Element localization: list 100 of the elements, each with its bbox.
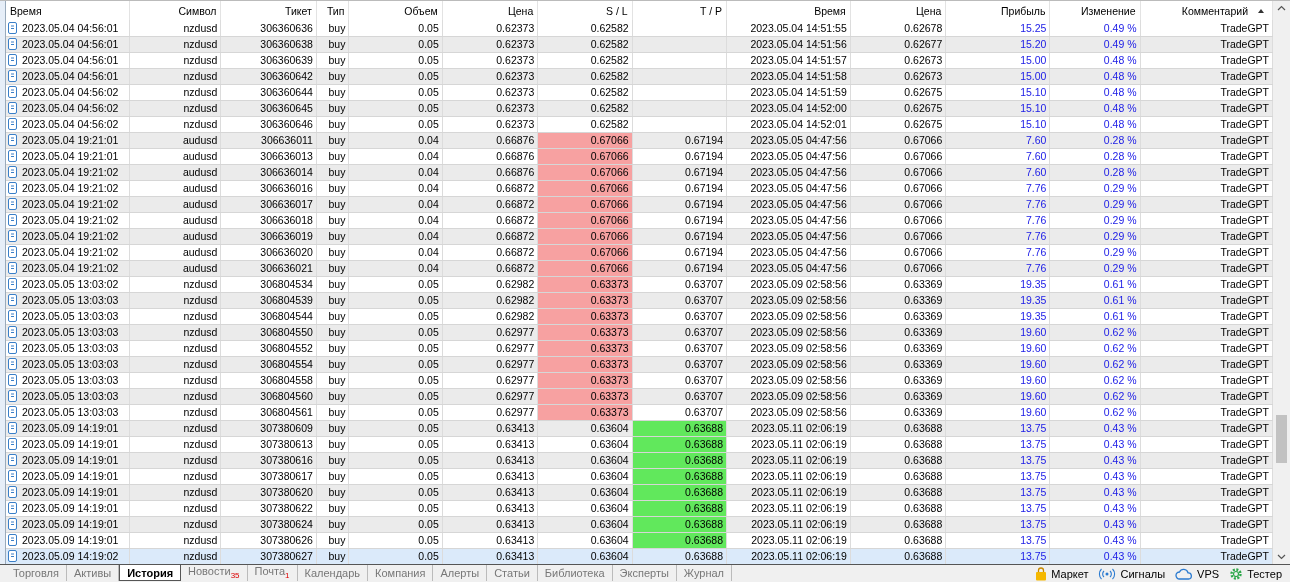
document-icon	[8, 534, 17, 546]
table-cell: 0.63688	[850, 532, 946, 548]
table-cell: 2023.05.05 13:03:03	[22, 310, 119, 322]
table-cell: buy	[316, 404, 349, 420]
table-cell: buy	[316, 84, 349, 100]
table-cell: 0.29 %	[1049, 244, 1140, 260]
table-cell: 19.60	[945, 372, 1050, 388]
table-cell: 2023.05.04 19:21:02	[22, 198, 119, 210]
toolbar-link[interactable]: Сигналы	[1098, 567, 1166, 580]
table-cell: 2023.05.09 14:19:01	[22, 470, 119, 482]
table-cell: buy	[316, 180, 349, 196]
table-cell: 0.05	[348, 436, 443, 452]
table-cell: 2023.05.05 13:03:03	[22, 406, 119, 418]
table-cell: 0.63707	[632, 308, 727, 324]
toolbar-link[interactable]: Маркет	[1035, 566, 1089, 581]
table-cell: 0.63604	[537, 468, 633, 484]
table-cell: 0.05	[348, 276, 443, 292]
table-cell: 307380622	[220, 500, 317, 516]
table-cell: 2023.05.04 19:21:02	[22, 246, 119, 258]
tab[interactable]: Библиотека	[537, 565, 613, 581]
table-cell: audusd	[129, 260, 221, 276]
table-cell: TradeGPT	[1140, 100, 1273, 116]
document-icon	[8, 406, 17, 418]
table-cell: 0.48 %	[1049, 68, 1140, 84]
table-cell: 0.62373	[442, 36, 538, 52]
document-icon	[8, 454, 17, 466]
table-cell: 307380609	[220, 420, 317, 436]
table-cell: 0.49 %	[1049, 36, 1140, 52]
table-row[interactable]: 2023.05.04 04:56:01 nzdusd 306360636 buy 0.05 0.62373 0.62582 2023.05.04 14:51:55 0.62678 15.25 0.49 % TradeGPT	[6, 20, 1273, 36]
table-cell: nzdusd	[129, 452, 221, 468]
table-cell: audusd	[129, 212, 221, 228]
table-cell: buy	[316, 132, 349, 148]
table-cell: 0.67066	[850, 260, 946, 276]
table-cell: nzdusd	[129, 276, 221, 292]
table-cell: 2023.05.09 02:58:56	[726, 372, 851, 388]
table-cell: 0.05	[348, 388, 443, 404]
table-cell: TradeGPT	[1140, 228, 1273, 244]
tab[interactable]: Алерты	[433, 565, 488, 581]
document-icon	[8, 438, 17, 450]
table-cell: 0.62977	[442, 340, 538, 356]
table-cell: 0.04	[348, 196, 443, 212]
document-icon	[8, 182, 17, 194]
document-icon	[8, 342, 17, 354]
gear-icon	[1229, 566, 1244, 581]
table-cell: 0.05	[348, 340, 443, 356]
table-cell: 0.62678	[850, 20, 946, 36]
toolbar-link[interactable]: Тестер	[1229, 566, 1282, 581]
table-cell: 0.67066	[850, 132, 946, 148]
tab[interactable]: Эксперты	[612, 565, 677, 581]
table-cell: 7.76	[945, 244, 1050, 260]
table-cell: 19.60	[945, 404, 1050, 420]
table-cell: 0.66872	[442, 228, 538, 244]
table-cell: 7.76	[945, 180, 1050, 196]
table-cell: TradeGPT	[1140, 356, 1273, 372]
document-icon	[8, 134, 17, 146]
document-icon	[8, 102, 17, 114]
table-cell: 0.66872	[442, 180, 538, 196]
tab[interactable]: Статьи	[487, 565, 538, 581]
tab[interactable]: Торговля	[6, 565, 67, 581]
tab[interactable]: Календарь	[297, 565, 369, 581]
table-cell: 0.62 %	[1049, 372, 1140, 388]
tab[interactable]: Почта$_{1}$	[247, 565, 298, 581]
toolbar-link[interactable]: VPS	[1175, 567, 1220, 580]
scroll-thumb[interactable]	[1276, 415, 1287, 463]
table-cell: 306360638	[220, 36, 317, 52]
table-cell: 0.67194	[632, 180, 727, 196]
table-cell: 2023.05.05 13:03:03	[22, 374, 119, 386]
table-cell: audusd	[129, 228, 221, 244]
table-cell: 2023.05.04 14:52:00	[726, 100, 851, 116]
table-cell: nzdusd	[129, 468, 221, 484]
table-cell: 0.43 %	[1049, 500, 1140, 516]
table-cell: 2023.05.09 14:19:02	[22, 550, 119, 562]
table-cell: 0.63707	[632, 404, 727, 420]
table-cell: 0.04	[348, 148, 443, 164]
document-icon	[8, 294, 17, 306]
table-cell: 0.43 %	[1049, 484, 1140, 500]
table-cell: 307380620	[220, 484, 317, 500]
table-cell: 0.05	[348, 468, 443, 484]
table-cell: 2023.05.09 14:19:01	[22, 422, 119, 434]
table-cell: buy	[316, 20, 349, 36]
table-cell: 0.63413	[442, 468, 538, 484]
table-cell: TradeGPT	[1140, 212, 1273, 228]
table-cell: 2023.05.11 02:06:19	[726, 420, 851, 436]
tab[interactable]: Новости$_{35}$	[181, 565, 248, 581]
scrollbar[interactable]	[1273, 1, 1290, 564]
table-cell: 19.35	[945, 276, 1050, 292]
table-cell: 2023.05.05 04:47:56	[726, 132, 851, 148]
table-cell: 7.76	[945, 196, 1050, 212]
table-cell: 0.67066	[850, 212, 946, 228]
table-cell: 2023.05.04 19:21:01	[22, 150, 119, 162]
tab[interactable]: История	[119, 565, 182, 581]
table-cell: 306636020	[220, 244, 317, 260]
tab[interactable]: Журнал	[676, 565, 732, 581]
table-cell: TradeGPT	[1140, 516, 1273, 532]
table-cell: TradeGPT	[1140, 452, 1273, 468]
table-cell: TradeGPT	[1140, 20, 1273, 36]
table-cell: 0.67066	[850, 228, 946, 244]
table-cell: nzdusd	[129, 20, 221, 36]
tab[interactable]: Компания	[368, 565, 434, 581]
table-cell: 2023.05.09 02:58:56	[726, 356, 851, 372]
